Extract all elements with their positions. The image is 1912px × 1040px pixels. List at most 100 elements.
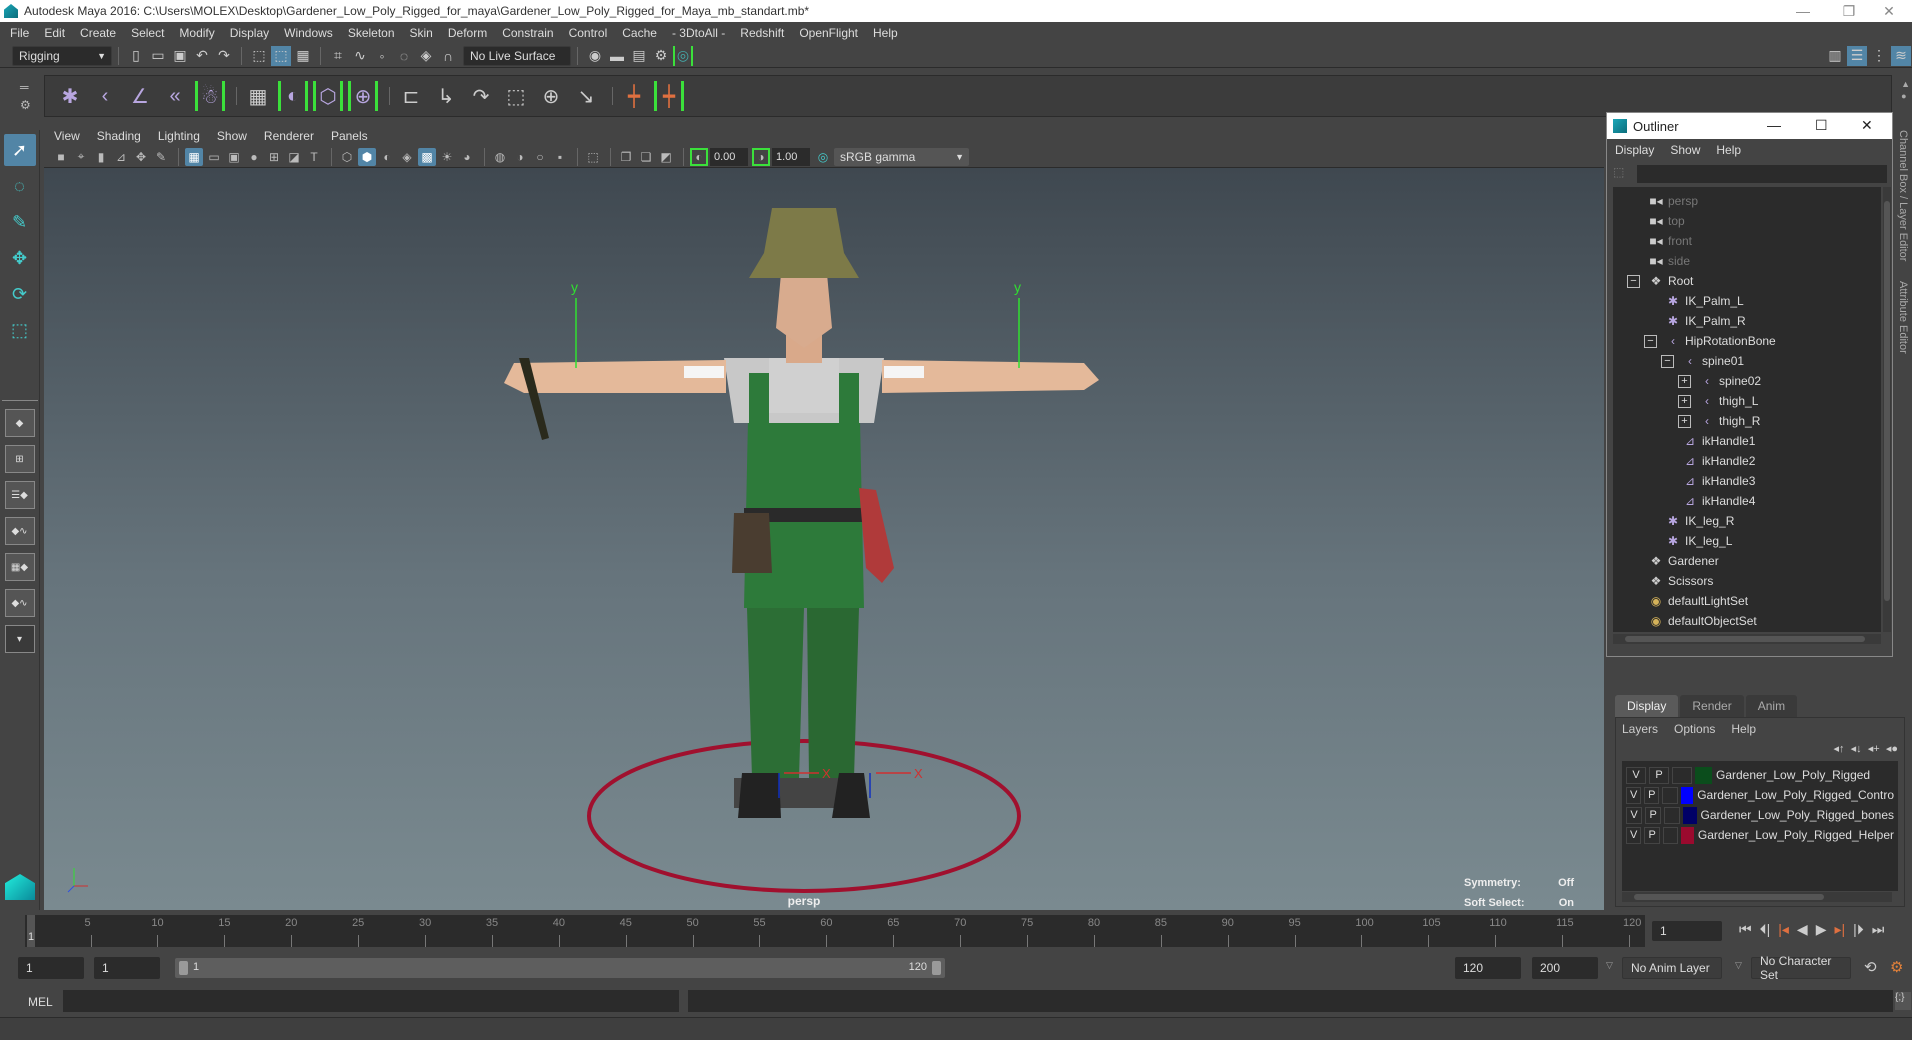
- layer-color-swatch[interactable]: [1683, 806, 1697, 824]
- outliner-item[interactable]: ■◂ persp: [1627, 191, 1698, 211]
- new-scene-icon[interactable]: ▯: [126, 46, 146, 66]
- safe-action-icon[interactable]: ◪: [285, 148, 303, 166]
- gamma-icon[interactable]: ◑: [752, 147, 770, 166]
- layer-color-swatch[interactable]: [1681, 826, 1694, 844]
- paint-select-tool-icon[interactable]: ✎: [4, 206, 36, 238]
- animation-preferences-icon[interactable]: ⚙: [1890, 958, 1903, 976]
- go-to-end-icon[interactable]: ⏭: [1872, 921, 1885, 938]
- outliner-search-input[interactable]: [1637, 165, 1887, 183]
- scrollbar-thumb[interactable]: [1625, 636, 1865, 642]
- lasso-tool-icon[interactable]: ◌: [4, 170, 36, 202]
- render-settings-icon[interactable]: ⚙: [651, 46, 671, 66]
- anti-aliasing-icon[interactable]: ○: [531, 148, 549, 166]
- tab-display[interactable]: Display: [1615, 695, 1679, 717]
- view-transform-dropdown[interactable]: sRGB gamma ▼: [834, 147, 969, 166]
- viewport-menu-show[interactable]: Show: [217, 129, 247, 143]
- outliner-item[interactable]: ❖ Gardener: [1627, 551, 1719, 571]
- outliner-item[interactable]: ⊿ ikHandle3: [1661, 471, 1755, 491]
- step-forward-key-icon[interactable]: ▸|: [1834, 921, 1845, 938]
- ambient-occlusion-icon[interactable]: ◍: [491, 148, 509, 166]
- tab-render[interactable]: Render: [1680, 695, 1744, 717]
- outliner-minimize-button[interactable]: —: [1767, 117, 1781, 133]
- outliner-item[interactable]: ◉ defaultLightSet: [1627, 591, 1748, 611]
- playback-start-field[interactable]: 1: [94, 957, 160, 979]
- menu-create[interactable]: Create: [80, 26, 116, 40]
- backface-culling-icon[interactable]: ◩: [657, 148, 675, 166]
- modeling-toolkit-icon[interactable]: ▥: [1825, 46, 1845, 66]
- outliner-maximize-button[interactable]: ☐: [1815, 117, 1828, 134]
- custom-layout-icon[interactable]: ◆∿: [4, 589, 35, 617]
- go-to-start-icon[interactable]: ⏮: [1739, 921, 1752, 938]
- depth-of-field-icon[interactable]: ▪: [551, 148, 569, 166]
- step-forward-frame-icon[interactable]: |⏵: [1853, 921, 1864, 938]
- use-all-lights-icon[interactable]: ☀: [438, 148, 456, 166]
- field-chart-icon[interactable]: ⊞: [265, 148, 283, 166]
- layer-playback-toggle[interactable]: P: [1649, 766, 1669, 784]
- layer-visibility-toggle[interactable]: V: [1626, 766, 1646, 784]
- move-layer-up-icon[interactable]: ◂↑: [1833, 743, 1844, 755]
- step-back-key-icon[interactable]: |◂: [1778, 921, 1789, 938]
- current-frame-field[interactable]: 1: [1652, 921, 1722, 941]
- bind-skin-icon[interactable]: ▦: [243, 81, 273, 111]
- channel-box-tab[interactable]: Channel Box / Layer Editor: [1897, 130, 1909, 261]
- outliner-item[interactable]: − ‹ spine01: [1661, 351, 1744, 371]
- expand-icon[interactable]: +: [1678, 374, 1691, 388]
- xray-joints-icon[interactable]: ❐: [617, 148, 635, 166]
- display-layer-row[interactable]: V P Gardener_Low_Poly_Rigged_bones: [1626, 805, 1894, 825]
- display-layer-row[interactable]: V P Gardener_Low_Poly_Rigged_Helper: [1626, 825, 1894, 845]
- outliner-item[interactable]: ■◂ top: [1627, 211, 1684, 231]
- gamma-field[interactable]: 1.00: [772, 147, 810, 166]
- live-surface-field[interactable]: No Live Surface: [463, 45, 571, 66]
- shelf-menu-icon[interactable]: ═: [20, 80, 29, 94]
- tab-anim[interactable]: Anim: [1745, 695, 1798, 717]
- hypershade-icon[interactable]: ◎: [673, 45, 693, 66]
- viewport-menu-panels[interactable]: Panels: [331, 129, 368, 143]
- menu-constrain[interactable]: Constrain: [502, 26, 553, 40]
- select-hierarchy-icon[interactable]: ⬚: [249, 46, 269, 66]
- layer-playback-toggle[interactable]: P: [1645, 806, 1662, 824]
- layer-display-type-toggle[interactable]: [1662, 826, 1679, 844]
- play-backwards-icon[interactable]: ◀: [1797, 921, 1808, 938]
- four-view-layout-icon[interactable]: ⊞: [4, 445, 35, 473]
- outliner-item[interactable]: ✱ IK_leg_L: [1644, 531, 1732, 551]
- single-perspective-layout-icon[interactable]: ◆: [4, 409, 35, 437]
- close-button[interactable]: ✕: [1866, 0, 1912, 22]
- open-scene-icon[interactable]: ▭: [148, 46, 168, 66]
- time-ruler[interactable]: 1 5 10 15 20 25 30 35 40 45 50 55 60 65 70 75 80 85 90 95 1…: [25, 915, 1645, 947]
- outliner-horizontal-scrollbar[interactable]: [1613, 634, 1881, 644]
- pole-vector-constraint-icon[interactable]: ↘: [571, 81, 601, 111]
- scrollbar-thumb[interactable]: [1634, 894, 1824, 900]
- layer-menu-layers[interactable]: Layers: [1622, 722, 1658, 736]
- playback-end-field[interactable]: 120: [1455, 957, 1521, 979]
- channel-box-toggle-icon[interactable]: ≋: [1891, 45, 1911, 66]
- select-object-icon[interactable]: ⬚: [271, 45, 291, 66]
- outliner-vertical-scrollbar[interactable]: [1883, 187, 1891, 632]
- grid-icon[interactable]: ▦: [185, 147, 203, 166]
- outliner-title-bar[interactable]: Outliner — ☐ ✕: [1607, 113, 1892, 139]
- range-slider[interactable]: 1 120: [175, 958, 945, 978]
- xray-active-icon[interactable]: ❏: [637, 148, 655, 166]
- outliner-item[interactable]: − ❖ Root: [1627, 271, 1693, 291]
- paint-weights-icon[interactable]: ◐: [278, 81, 308, 111]
- create-empty-layer-icon[interactable]: ◂+: [1868, 743, 1880, 755]
- redo-icon[interactable]: ↷: [214, 46, 234, 66]
- layer-menu-options[interactable]: Options: [1674, 722, 1715, 736]
- menu-file[interactable]: File: [10, 26, 29, 40]
- character-set-dropdown[interactable]: No Character Set: [1751, 954, 1851, 982]
- locator-tool-icon[interactable]: ✱: [55, 81, 85, 111]
- 3d-scene-view[interactable]: y y X X persp Symmetry: Off Soft Select:…: [44, 168, 1604, 910]
- menu-deform[interactable]: Deform: [448, 26, 487, 40]
- filter-icon[interactable]: ⬚: [1613, 165, 1629, 181]
- outliner-item[interactable]: ✱ IK_leg_R: [1644, 511, 1734, 531]
- 2d-pan-zoom-icon[interactable]: ✥: [132, 148, 150, 166]
- ik-handle-tool-icon[interactable]: ∠: [125, 81, 155, 111]
- isolate-select-icon[interactable]: ⬚: [584, 148, 602, 166]
- resolution-gate-icon[interactable]: ▣: [225, 148, 243, 166]
- layer-display-type-toggle[interactable]: [1662, 786, 1678, 804]
- joint-tool-icon[interactable]: ‹: [90, 81, 120, 111]
- layer-playback-toggle[interactable]: P: [1644, 786, 1660, 804]
- anim-layer-chevron-icon[interactable]: ▽: [1606, 960, 1613, 971]
- outliner-persp-layout-icon[interactable]: ☰◆: [4, 481, 35, 509]
- snap-curve-icon[interactable]: ∿: [350, 46, 370, 66]
- aim-constraint-icon[interactable]: ⊕: [536, 81, 566, 111]
